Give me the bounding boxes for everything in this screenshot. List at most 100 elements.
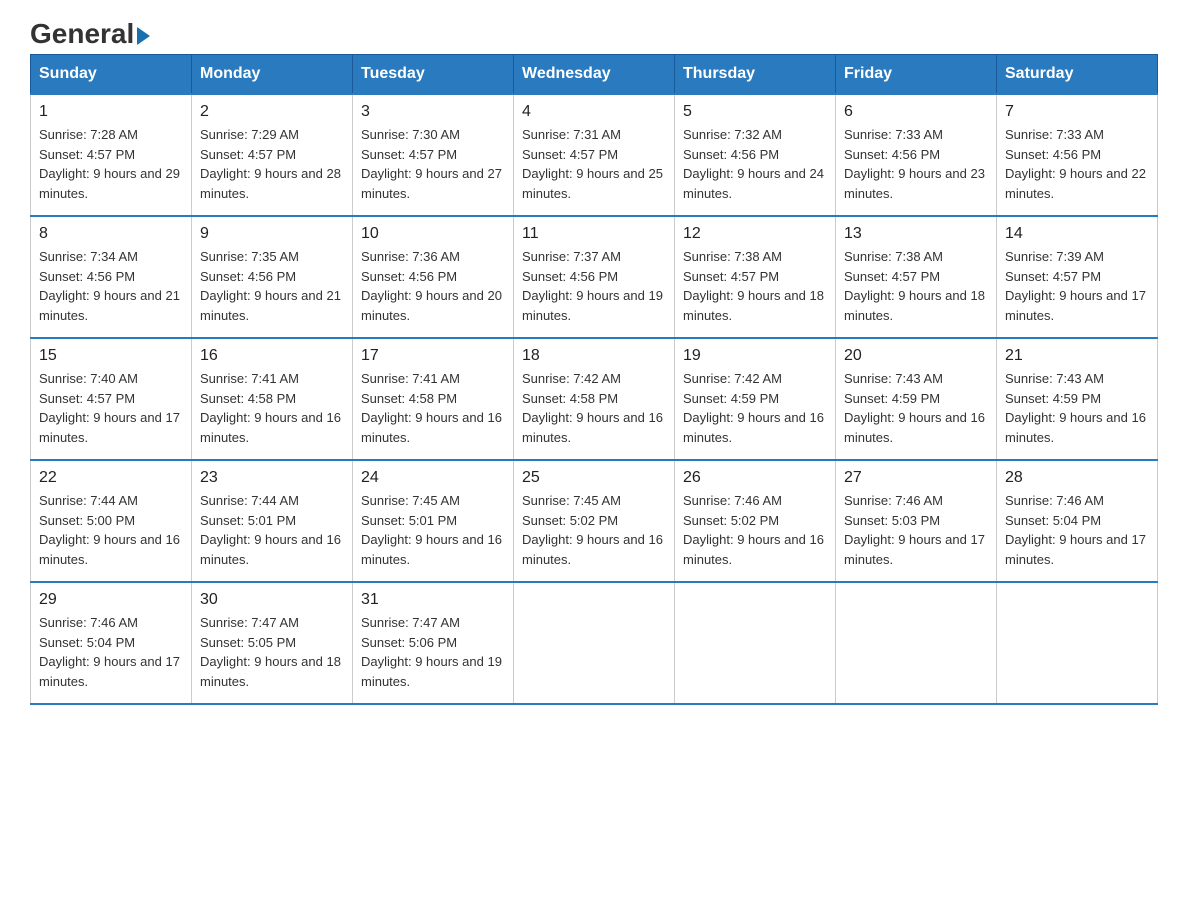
day-info: Sunrise: 7:28 AMSunset: 4:57 PMDaylight:…: [39, 127, 180, 201]
day-number: 2: [200, 103, 344, 121]
day-number: 13: [844, 225, 988, 243]
day-info: Sunrise: 7:34 AMSunset: 4:56 PMDaylight:…: [39, 249, 180, 323]
day-number: 21: [1005, 347, 1149, 365]
day-number: 17: [361, 347, 505, 365]
day-cell-17: 17 Sunrise: 7:41 AMSunset: 4:58 PMDaylig…: [353, 338, 514, 460]
day-cell-24: 24 Sunrise: 7:45 AMSunset: 5:01 PMDaylig…: [353, 460, 514, 582]
col-header-monday: Monday: [192, 55, 353, 95]
day-cell-21: 21 Sunrise: 7:43 AMSunset: 4:59 PMDaylig…: [997, 338, 1158, 460]
day-cell-5: 5 Sunrise: 7:32 AMSunset: 4:56 PMDayligh…: [675, 94, 836, 216]
day-info: Sunrise: 7:41 AMSunset: 4:58 PMDaylight:…: [361, 371, 502, 445]
day-cell-26: 26 Sunrise: 7:46 AMSunset: 5:02 PMDaylig…: [675, 460, 836, 582]
day-cell-4: 4 Sunrise: 7:31 AMSunset: 4:57 PMDayligh…: [514, 94, 675, 216]
day-cell-3: 3 Sunrise: 7:30 AMSunset: 4:57 PMDayligh…: [353, 94, 514, 216]
day-cell-2: 2 Sunrise: 7:29 AMSunset: 4:57 PMDayligh…: [192, 94, 353, 216]
day-number: 7: [1005, 103, 1149, 121]
day-number: 27: [844, 469, 988, 487]
col-header-wednesday: Wednesday: [514, 55, 675, 95]
col-header-thursday: Thursday: [675, 55, 836, 95]
empty-cell: [997, 582, 1158, 704]
day-info: Sunrise: 7:38 AMSunset: 4:57 PMDaylight:…: [844, 249, 985, 323]
day-number: 22: [39, 469, 183, 487]
day-info: Sunrise: 7:30 AMSunset: 4:57 PMDaylight:…: [361, 127, 502, 201]
day-info: Sunrise: 7:44 AMSunset: 5:00 PMDaylight:…: [39, 493, 180, 567]
day-cell-19: 19 Sunrise: 7:42 AMSunset: 4:59 PMDaylig…: [675, 338, 836, 460]
day-cell-10: 10 Sunrise: 7:36 AMSunset: 4:56 PMDaylig…: [353, 216, 514, 338]
day-info: Sunrise: 7:43 AMSunset: 4:59 PMDaylight:…: [844, 371, 985, 445]
day-number: 24: [361, 469, 505, 487]
day-number: 16: [200, 347, 344, 365]
day-number: 28: [1005, 469, 1149, 487]
day-info: Sunrise: 7:37 AMSunset: 4:56 PMDaylight:…: [522, 249, 663, 323]
day-number: 31: [361, 591, 505, 609]
day-info: Sunrise: 7:29 AMSunset: 4:57 PMDaylight:…: [200, 127, 341, 201]
day-cell-14: 14 Sunrise: 7:39 AMSunset: 4:57 PMDaylig…: [997, 216, 1158, 338]
logo-line1: General: [30, 20, 150, 48]
day-info: Sunrise: 7:36 AMSunset: 4:56 PMDaylight:…: [361, 249, 502, 323]
day-cell-9: 9 Sunrise: 7:35 AMSunset: 4:56 PMDayligh…: [192, 216, 353, 338]
day-number: 18: [522, 347, 666, 365]
week-row-1: 1 Sunrise: 7:28 AMSunset: 4:57 PMDayligh…: [31, 94, 1158, 216]
week-row-5: 29 Sunrise: 7:46 AMSunset: 5:04 PMDaylig…: [31, 582, 1158, 704]
day-number: 9: [200, 225, 344, 243]
day-number: 5: [683, 103, 827, 121]
day-cell-12: 12 Sunrise: 7:38 AMSunset: 4:57 PMDaylig…: [675, 216, 836, 338]
col-header-saturday: Saturday: [997, 55, 1158, 95]
week-row-2: 8 Sunrise: 7:34 AMSunset: 4:56 PMDayligh…: [31, 216, 1158, 338]
day-cell-18: 18 Sunrise: 7:42 AMSunset: 4:58 PMDaylig…: [514, 338, 675, 460]
day-number: 1: [39, 103, 183, 121]
day-number: 15: [39, 347, 183, 365]
day-number: 29: [39, 591, 183, 609]
day-number: 26: [683, 469, 827, 487]
empty-cell: [514, 582, 675, 704]
day-cell-25: 25 Sunrise: 7:45 AMSunset: 5:02 PMDaylig…: [514, 460, 675, 582]
col-header-tuesday: Tuesday: [353, 55, 514, 95]
day-info: Sunrise: 7:45 AMSunset: 5:01 PMDaylight:…: [361, 493, 502, 567]
day-cell-22: 22 Sunrise: 7:44 AMSunset: 5:00 PMDaylig…: [31, 460, 192, 582]
day-info: Sunrise: 7:45 AMSunset: 5:02 PMDaylight:…: [522, 493, 663, 567]
day-number: 11: [522, 225, 666, 243]
day-info: Sunrise: 7:33 AMSunset: 4:56 PMDaylight:…: [844, 127, 985, 201]
day-cell-23: 23 Sunrise: 7:44 AMSunset: 5:01 PMDaylig…: [192, 460, 353, 582]
day-cell-15: 15 Sunrise: 7:40 AMSunset: 4:57 PMDaylig…: [31, 338, 192, 460]
day-cell-1: 1 Sunrise: 7:28 AMSunset: 4:57 PMDayligh…: [31, 94, 192, 216]
day-number: 10: [361, 225, 505, 243]
page-header: General: [30, 20, 1158, 44]
day-cell-20: 20 Sunrise: 7:43 AMSunset: 4:59 PMDaylig…: [836, 338, 997, 460]
day-info: Sunrise: 7:44 AMSunset: 5:01 PMDaylight:…: [200, 493, 341, 567]
day-number: 23: [200, 469, 344, 487]
day-cell-30: 30 Sunrise: 7:47 AMSunset: 5:05 PMDaylig…: [192, 582, 353, 704]
day-info: Sunrise: 7:46 AMSunset: 5:04 PMDaylight:…: [1005, 493, 1146, 567]
empty-cell: [836, 582, 997, 704]
day-info: Sunrise: 7:46 AMSunset: 5:04 PMDaylight:…: [39, 615, 180, 689]
day-info: Sunrise: 7:33 AMSunset: 4:56 PMDaylight:…: [1005, 127, 1146, 201]
day-cell-29: 29 Sunrise: 7:46 AMSunset: 5:04 PMDaylig…: [31, 582, 192, 704]
day-info: Sunrise: 7:43 AMSunset: 4:59 PMDaylight:…: [1005, 371, 1146, 445]
col-header-sunday: Sunday: [31, 55, 192, 95]
day-info: Sunrise: 7:47 AMSunset: 5:06 PMDaylight:…: [361, 615, 502, 689]
day-cell-28: 28 Sunrise: 7:46 AMSunset: 5:04 PMDaylig…: [997, 460, 1158, 582]
day-number: 14: [1005, 225, 1149, 243]
header-row: SundayMondayTuesdayWednesdayThursdayFrid…: [31, 55, 1158, 95]
week-row-3: 15 Sunrise: 7:40 AMSunset: 4:57 PMDaylig…: [31, 338, 1158, 460]
day-info: Sunrise: 7:31 AMSunset: 4:57 PMDaylight:…: [522, 127, 663, 201]
day-number: 4: [522, 103, 666, 121]
day-number: 30: [200, 591, 344, 609]
week-row-4: 22 Sunrise: 7:44 AMSunset: 5:00 PMDaylig…: [31, 460, 1158, 582]
day-info: Sunrise: 7:46 AMSunset: 5:03 PMDaylight:…: [844, 493, 985, 567]
day-info: Sunrise: 7:39 AMSunset: 4:57 PMDaylight:…: [1005, 249, 1146, 323]
day-number: 6: [844, 103, 988, 121]
day-info: Sunrise: 7:41 AMSunset: 4:58 PMDaylight:…: [200, 371, 341, 445]
day-info: Sunrise: 7:42 AMSunset: 4:58 PMDaylight:…: [522, 371, 663, 445]
day-number: 19: [683, 347, 827, 365]
day-cell-6: 6 Sunrise: 7:33 AMSunset: 4:56 PMDayligh…: [836, 94, 997, 216]
day-info: Sunrise: 7:47 AMSunset: 5:05 PMDaylight:…: [200, 615, 341, 689]
day-cell-13: 13 Sunrise: 7:38 AMSunset: 4:57 PMDaylig…: [836, 216, 997, 338]
empty-cell: [675, 582, 836, 704]
day-number: 20: [844, 347, 988, 365]
calendar-table: SundayMondayTuesdayWednesdayThursdayFrid…: [30, 54, 1158, 705]
day-info: Sunrise: 7:46 AMSunset: 5:02 PMDaylight:…: [683, 493, 824, 567]
day-cell-27: 27 Sunrise: 7:46 AMSunset: 5:03 PMDaylig…: [836, 460, 997, 582]
day-info: Sunrise: 7:40 AMSunset: 4:57 PMDaylight:…: [39, 371, 180, 445]
day-number: 25: [522, 469, 666, 487]
